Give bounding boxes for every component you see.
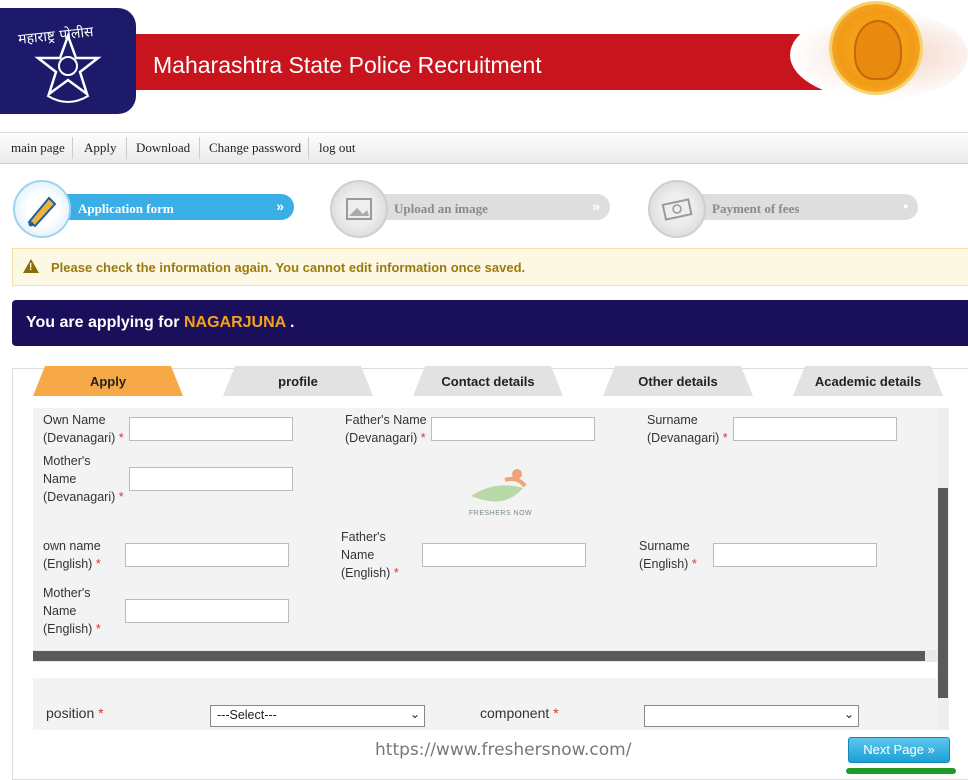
step-label: Application form xyxy=(78,201,174,216)
own-name-english-input[interactable] xyxy=(125,543,289,567)
father-name-english-input[interactable] xyxy=(422,543,586,567)
scrollbar-thumb[interactable] xyxy=(938,488,948,698)
step-label: Upload an image xyxy=(394,201,488,216)
watermark-url: https://www.freshersnow.com/ xyxy=(375,740,632,760)
tab-label: profile xyxy=(278,374,318,389)
menu-change-password[interactable]: Change password xyxy=(209,140,301,156)
mother-name-english-input[interactable] xyxy=(125,599,289,623)
page-title: Maharashtra State Police Recruitment xyxy=(153,52,542,78)
chevron-down-icon: ⌄ xyxy=(843,707,854,721)
horizontal-scrollbar[interactable] xyxy=(33,650,938,662)
menu-divider xyxy=(126,137,127,159)
watermark-logo: FRESHERS NOW xyxy=(465,466,535,522)
tab-apply[interactable]: Apply xyxy=(33,366,183,396)
name-form-section xyxy=(33,408,938,662)
menu-download[interactable]: Download xyxy=(136,140,190,156)
component-label: component * xyxy=(480,705,559,721)
police-logo: महाराष्ट्र पोलीस xyxy=(0,8,136,114)
tab-contact-details[interactable]: Contact details xyxy=(413,366,563,396)
surname-english-input[interactable] xyxy=(713,543,877,567)
chevron-double-right-icon: » xyxy=(592,198,600,214)
own-name-devanagari-label: Own Name (Devanagari) * xyxy=(43,413,124,445)
position-select-value: ---Select--- xyxy=(217,708,277,722)
component-select[interactable]: ⌄ xyxy=(644,705,859,727)
top-menu: main page Apply Download Change password… xyxy=(0,132,968,164)
state-emblem-icon xyxy=(832,4,920,92)
menu-log-out[interactable]: log out xyxy=(319,140,355,156)
step-label: Payment of fees xyxy=(712,201,800,216)
father-name-devanagari-label: Father's Name (Devanagari) * xyxy=(345,413,427,445)
mother-name-devanagari-input[interactable] xyxy=(129,467,293,491)
tab-profile[interactable]: profile xyxy=(223,366,373,396)
surname-devanagari-input[interactable] xyxy=(733,417,897,441)
tab-label: Other details xyxy=(638,374,718,389)
surname-english-label: Surname (English) * xyxy=(639,539,697,571)
tab-label: Contact details xyxy=(441,374,535,389)
money-icon xyxy=(648,180,706,238)
applying-banner: You are applying for NAGARJUNA . xyxy=(12,300,968,346)
step-upload-image[interactable]: Upload an image » xyxy=(356,194,610,220)
mother-name-devanagari-label: Mother's Name (Devanagari) * xyxy=(43,454,124,504)
step-payment-of-fees[interactable]: Payment of fees • xyxy=(672,194,918,220)
scrollbar-thumb[interactable] xyxy=(33,651,925,661)
mother-name-english-label: Mother's Name (English) * xyxy=(43,586,101,636)
father-name-english-label: Father's Name (English) * xyxy=(341,530,399,580)
step-application-form[interactable]: Application form » xyxy=(40,194,294,220)
warning-icon: ! xyxy=(23,259,39,273)
vertical-scrollbar[interactable] xyxy=(937,408,949,730)
dot-icon: • xyxy=(903,198,908,214)
tab-other-details[interactable]: Other details xyxy=(603,366,753,396)
menu-main-page[interactable]: main page xyxy=(11,140,65,156)
image-icon xyxy=(330,180,388,238)
applying-suffix: . xyxy=(285,314,295,331)
surname-devanagari-label: Surname (Devanagari) * xyxy=(647,413,728,445)
warning-alert: ! Please check the information again. Yo… xyxy=(12,248,968,286)
position-label: position * xyxy=(46,705,104,721)
watermark-text: FRESHERS NOW xyxy=(469,510,533,517)
menu-divider xyxy=(72,137,73,159)
green-underline xyxy=(846,768,956,774)
menu-divider xyxy=(308,137,309,159)
police-star-icon xyxy=(34,32,102,103)
own-name-english-label: own name (English) * xyxy=(43,539,101,571)
warning-text: Please check the information again. You … xyxy=(51,260,526,275)
applying-prefix: You are applying for xyxy=(26,314,184,331)
menu-apply[interactable]: Apply xyxy=(84,140,117,156)
chevron-down-icon: ⌄ xyxy=(409,707,420,721)
chevron-double-right-icon: » xyxy=(276,198,284,214)
father-name-devanagari-input[interactable] xyxy=(431,417,595,441)
menu-divider xyxy=(199,137,200,159)
applicant-name: NAGARJUNA xyxy=(183,314,286,331)
pen-nib-icon xyxy=(13,180,71,238)
position-select[interactable]: ---Select--- ⌄ xyxy=(210,705,425,727)
header-banner: महाराष्ट्र पोलीस Maharashtra State Polic… xyxy=(0,0,968,130)
next-page-button[interactable]: Next Page » xyxy=(848,737,950,763)
tab-label: Academic details xyxy=(814,374,922,389)
tab-label: Apply xyxy=(89,374,127,389)
applying-text: You are applying for NAGARJUNA . xyxy=(26,314,294,332)
own-name-devanagari-input[interactable] xyxy=(129,417,293,441)
tab-academic-details[interactable]: Academic details xyxy=(793,366,943,396)
